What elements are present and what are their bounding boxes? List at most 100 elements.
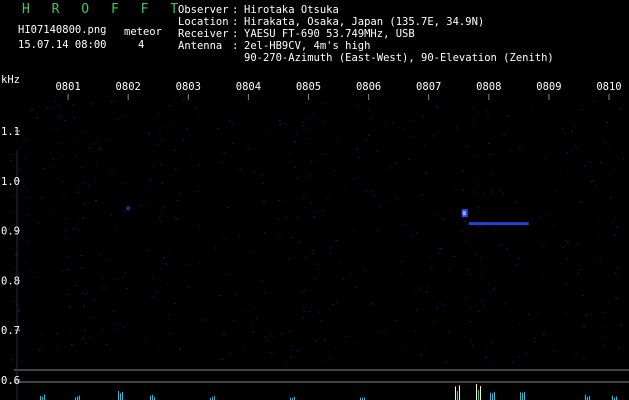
noise-dot <box>118 323 121 325</box>
noise-dot <box>152 165 155 167</box>
noise-dot <box>407 159 410 161</box>
noise-dot <box>166 283 169 284</box>
noise-dot <box>297 177 300 179</box>
noise-dot <box>615 226 618 228</box>
noise-dot <box>284 362 287 364</box>
noise-dot <box>246 101 249 103</box>
noise-dot <box>589 312 592 314</box>
noise-dot <box>89 147 92 149</box>
noise-dot <box>77 187 80 188</box>
noise-dot <box>62 180 65 182</box>
noise-dot <box>329 247 332 249</box>
noise-dot <box>470 340 473 342</box>
noise-dot <box>503 134 506 136</box>
noise-dot <box>218 294 221 296</box>
noise-dot <box>548 213 551 215</box>
noise-dot <box>603 336 606 338</box>
noise-dot <box>365 139 368 141</box>
x-tick-label: 0802 <box>116 81 141 93</box>
noise-dot <box>173 149 176 151</box>
noise-dot <box>174 303 177 305</box>
noise-dot <box>157 113 160 115</box>
noise-dot <box>313 217 316 219</box>
noise-dot <box>619 324 622 326</box>
noise-dot <box>320 320 323 322</box>
noise-dot <box>358 177 361 179</box>
noise-dot <box>562 246 565 248</box>
noise-dot <box>436 307 439 309</box>
noise-dot <box>477 207 480 208</box>
noise-dot <box>491 173 494 175</box>
noise-dot <box>335 300 338 302</box>
noise-dot <box>566 258 569 260</box>
noise-dot <box>86 293 89 294</box>
noise-dot <box>19 148 22 150</box>
noise-dot <box>304 102 307 104</box>
noise-dot <box>321 120 324 122</box>
noise-dot <box>82 217 85 219</box>
noise-dot <box>121 115 124 117</box>
noise-dot <box>439 248 442 250</box>
noise-dot <box>368 134 370 136</box>
noise-dot <box>344 187 347 189</box>
noise-dot <box>174 168 177 170</box>
noise-dot <box>411 237 414 239</box>
noise-dot <box>565 312 568 314</box>
noise-dot <box>484 356 487 358</box>
noise-dot <box>436 105 439 107</box>
noise-dot <box>99 148 101 150</box>
noise-dot <box>10 359 13 361</box>
noise-dot <box>486 111 489 113</box>
noise-dot <box>57 345 59 347</box>
noise-dot <box>30 269 33 271</box>
noise-dot <box>573 353 576 355</box>
noise-dot <box>163 257 166 259</box>
noise-dot <box>59 118 61 120</box>
noise-dot <box>167 252 170 254</box>
noise-dot <box>301 317 304 319</box>
noise-dot <box>583 325 586 327</box>
noise-dot <box>354 287 357 289</box>
noise-dot <box>82 338 84 340</box>
noise-dot <box>390 167 393 169</box>
noise-dot <box>510 151 513 153</box>
noise-dot <box>478 225 481 227</box>
noise-dot <box>155 291 158 293</box>
noise-dot <box>221 359 224 360</box>
noise-dot <box>589 161 592 163</box>
signal-spike <box>612 395 613 400</box>
noise-dot <box>256 318 259 320</box>
noise-dot <box>477 310 480 312</box>
noise-dot <box>353 178 356 180</box>
noise-dot <box>425 172 428 174</box>
noise-dot <box>467 269 470 271</box>
noise-dot <box>358 157 361 159</box>
noise-dot <box>581 276 584 278</box>
noise-dot <box>24 156 27 158</box>
noise-dot <box>124 271 127 273</box>
noise-dot <box>517 257 520 259</box>
noise-dot <box>376 151 379 153</box>
noise-dot <box>439 302 441 304</box>
noise-dot <box>49 164 52 166</box>
noise-dot <box>296 351 298 353</box>
noise-dot <box>25 242 28 244</box>
noise-dot <box>400 260 403 262</box>
noise-dot <box>22 320 25 322</box>
noise-dot <box>518 356 520 358</box>
noise-dot <box>288 331 291 333</box>
noise-dot <box>50 211 53 213</box>
noise-dot <box>82 305 85 307</box>
noise-dot <box>433 323 436 324</box>
noise-dot <box>491 191 494 193</box>
noise-dot <box>464 220 467 222</box>
noise-dot <box>373 194 376 196</box>
noise-dot <box>571 131 574 133</box>
y-tick-label: 0.9 <box>1 226 20 238</box>
noise-dot <box>75 226 78 228</box>
signal-spike <box>122 391 123 400</box>
noise-dot <box>157 349 160 351</box>
noise-dot <box>554 191 557 193</box>
noise-dot <box>424 346 427 348</box>
noise-dot <box>70 331 73 333</box>
